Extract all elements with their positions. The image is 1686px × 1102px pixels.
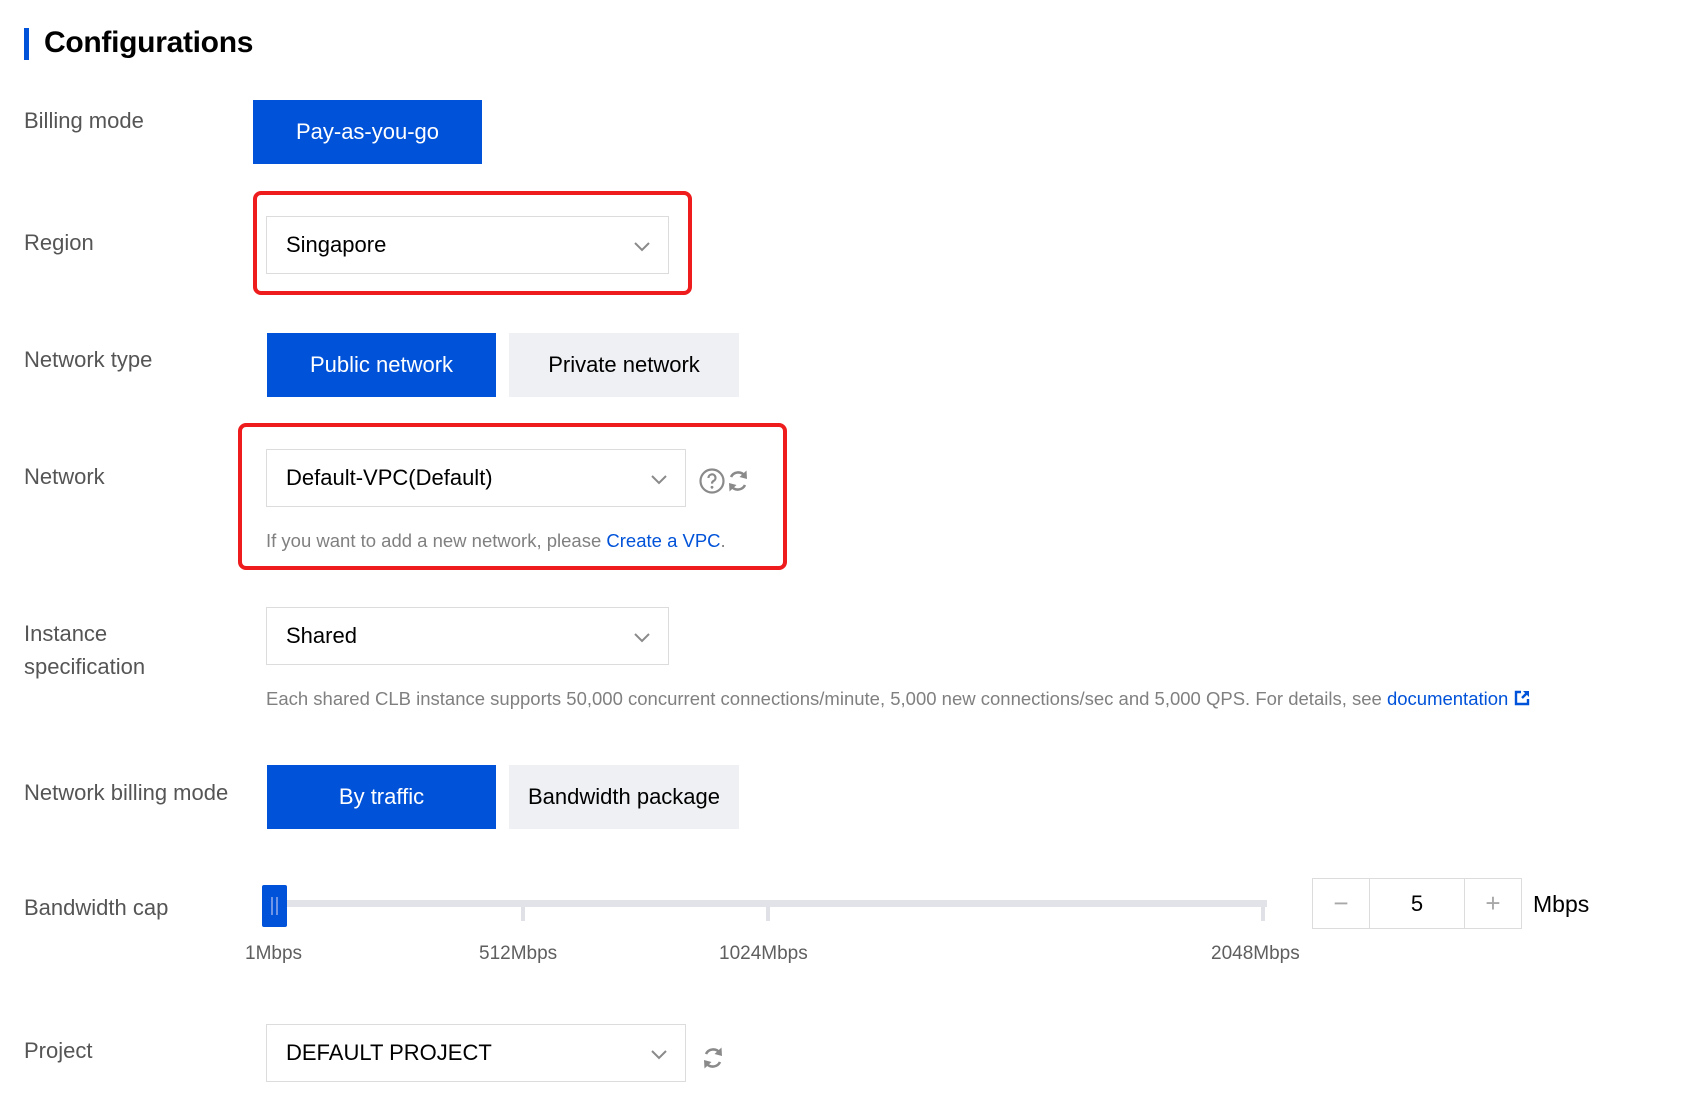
network-billing-label: Network billing mode (24, 780, 229, 805)
bandwidth-unit: Mbps (1533, 891, 1590, 917)
bandwidth-value-input[interactable]: 5 (1369, 879, 1465, 928)
instance-spec-select-value: Shared (286, 623, 357, 648)
network-helper-prefix: If you want to add a new network, please (266, 530, 607, 551)
network-select[interactable]: Default-VPC(Default) (266, 449, 686, 507)
private-network-button[interactable]: Private network (509, 333, 739, 397)
instance-spec-helper: Each shared CLB instance supports 50,000… (266, 688, 1387, 709)
network-type-label: Network type (24, 347, 153, 372)
network-helper-suffix: . (720, 530, 726, 551)
decrement-button[interactable]: − (1313, 879, 1369, 928)
bandwidth-slider-track[interactable] (262, 900, 1267, 907)
billing-mode-label: Billing mode (24, 108, 144, 133)
create-vpc-link[interactable]: Create a VPC (606, 530, 720, 551)
external-link-icon[interactable] (1513, 689, 1531, 707)
tick-label-1024mbps: 1024Mbps (719, 943, 808, 964)
instance-spec-label-line2: specification (24, 654, 146, 679)
tick-label-1mbps: 1Mbps (245, 943, 303, 964)
section-accent-bar (24, 28, 29, 60)
refresh-icon[interactable] (700, 1044, 726, 1072)
project-label: Project (24, 1038, 93, 1063)
network-label: Network (24, 464, 105, 489)
bandwidth-stepper: − 5 + (1312, 878, 1522, 929)
instance-spec-label-line1: Instance (24, 621, 108, 646)
slider-tick (766, 907, 770, 921)
section-title: Configurations (44, 26, 254, 59)
tick-label-2048mbps: 2048Mbps (1211, 943, 1300, 964)
project-select-value: DEFAULT PROJECT (286, 1040, 492, 1065)
public-network-button[interactable]: Public network (267, 333, 496, 397)
network-select-value: Default-VPC(Default) (286, 465, 493, 490)
increment-button[interactable]: + (1465, 879, 1521, 928)
tick-label-512mbps: 512Mbps (479, 943, 558, 964)
region-select-value: Singapore (286, 232, 387, 257)
slider-tick (1261, 907, 1265, 921)
region-select[interactable]: Singapore (266, 216, 669, 274)
chevron-down-icon (634, 633, 650, 643)
refresh-icon[interactable] (725, 467, 751, 495)
region-label: Region (24, 230, 94, 255)
bandwidth-slider-handle[interactable] (262, 885, 287, 927)
help-circle-icon[interactable] (698, 467, 726, 495)
chevron-down-icon (651, 1050, 667, 1060)
network-helper-text: If you want to add a new network, please… (266, 530, 726, 552)
documentation-link[interactable]: documentation (1387, 688, 1508, 709)
slider-tick (521, 907, 525, 921)
pay-as-you-go-button[interactable]: Pay-as-you-go (253, 100, 482, 164)
bandwidth-cap-label: Bandwidth cap (24, 895, 169, 920)
chevron-down-icon (634, 242, 650, 252)
project-select[interactable]: DEFAULT PROJECT (266, 1024, 686, 1082)
instance-spec-select[interactable]: Shared (266, 607, 669, 665)
chevron-down-icon (651, 475, 667, 485)
instance-spec-helper-text: Each shared CLB instance supports 50,000… (266, 688, 1531, 710)
by-traffic-button[interactable]: By traffic (267, 765, 496, 829)
bandwidth-package-button[interactable]: Bandwidth package (509, 765, 739, 829)
